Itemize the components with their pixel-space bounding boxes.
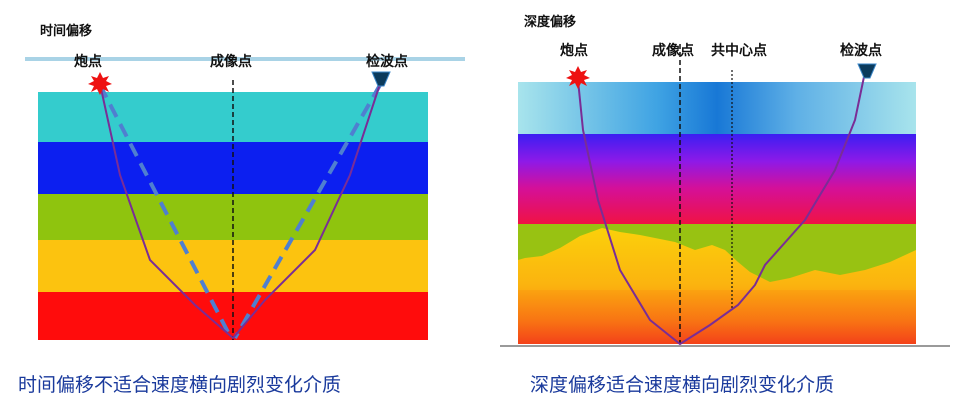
velocity-layer-gradient <box>518 134 916 224</box>
velocity-layer-top <box>518 82 916 134</box>
time-migration-panel: 时间偏移 炮点 成像点 检波点 <box>0 0 480 412</box>
shot-point-icon <box>88 72 112 95</box>
time-migration-diagram: 时间偏移 炮点 成像点 检波点 <box>25 23 465 340</box>
panel-title: 时间偏移 <box>40 23 92 39</box>
receiver-label: 检波点 <box>840 42 882 59</box>
receiver-label: 检波点 <box>366 53 408 70</box>
depth-migration-caption: 深度偏移适合速度横向剧烈变化介质 <box>530 374 835 396</box>
receiver-icon <box>371 71 391 87</box>
shot-point-label: 炮点 <box>560 42 588 59</box>
panel-title: 深度偏移 <box>524 14 576 30</box>
image-point-label: 成像点 <box>210 53 252 70</box>
time-migration-caption: 时间偏移不适合速度横向剧烈变化介质 <box>18 374 342 396</box>
receiver-icon <box>857 63 877 79</box>
image-point-label: 成像点 <box>652 42 694 59</box>
shot-point-icon <box>566 66 590 89</box>
shot-point-label: 炮点 <box>74 53 102 70</box>
cmp-label: 共中心点 <box>711 42 767 59</box>
depth-migration-diagram: 深度偏移 炮点 成像点 共中心点 检波点 <box>500 14 950 347</box>
depth-migration-panel: 深度偏移 炮点 成像点 共中心点 检波点 <box>480 0 961 412</box>
velocity-layer-bottom <box>518 290 916 344</box>
